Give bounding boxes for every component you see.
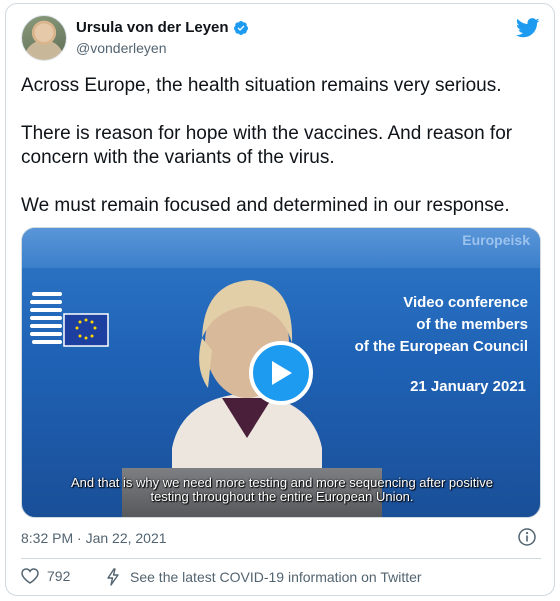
twitter-bird-icon[interactable]	[516, 18, 540, 38]
author-handle[interactable]: @vonderleyen	[76, 40, 167, 56]
lightning-icon	[107, 568, 119, 586]
tweet-timestamp[interactable]: 8:32 PM · Jan 22, 2021	[21, 530, 167, 546]
conference-line: Video conference	[403, 294, 528, 311]
play-icon	[272, 361, 292, 385]
author-name[interactable]: Ursula von der Leyen	[76, 19, 229, 36]
video-subtitle: And that is why we need more testing and…	[70, 475, 494, 504]
conference-date: 21 January 2021	[410, 378, 526, 395]
video-player[interactable]: Europeisk Video conference of the member…	[21, 227, 541, 518]
heart-icon	[21, 568, 39, 584]
play-button[interactable]	[249, 341, 313, 405]
like-button[interactable]: 792	[21, 568, 70, 584]
verified-badge-icon	[233, 20, 248, 35]
video-watermark: Europeisk	[462, 232, 530, 248]
info-icon[interactable]	[518, 528, 536, 546]
conference-line: of the members	[416, 316, 528, 333]
tweet-card: Ursula von der Leyen @vonderleyen Across…	[5, 3, 555, 596]
covid-info-label: See the latest COVID-19 information on T…	[130, 569, 422, 585]
like-count: 792	[47, 568, 71, 584]
conference-title: Video conference of the members of the E…	[355, 292, 528, 358]
author-name-row[interactable]: Ursula von der Leyen	[76, 19, 249, 36]
avatar[interactable]	[21, 15, 67, 61]
conference-line: of the European Council	[354, 338, 528, 355]
covid-info-link[interactable]: See the latest COVID-19 information on T…	[106, 568, 422, 586]
footer-divider	[21, 558, 541, 559]
eu-council-logo-icon	[30, 292, 109, 347]
tweet-text: Across Europe, the health situation rema…	[21, 75, 513, 216]
